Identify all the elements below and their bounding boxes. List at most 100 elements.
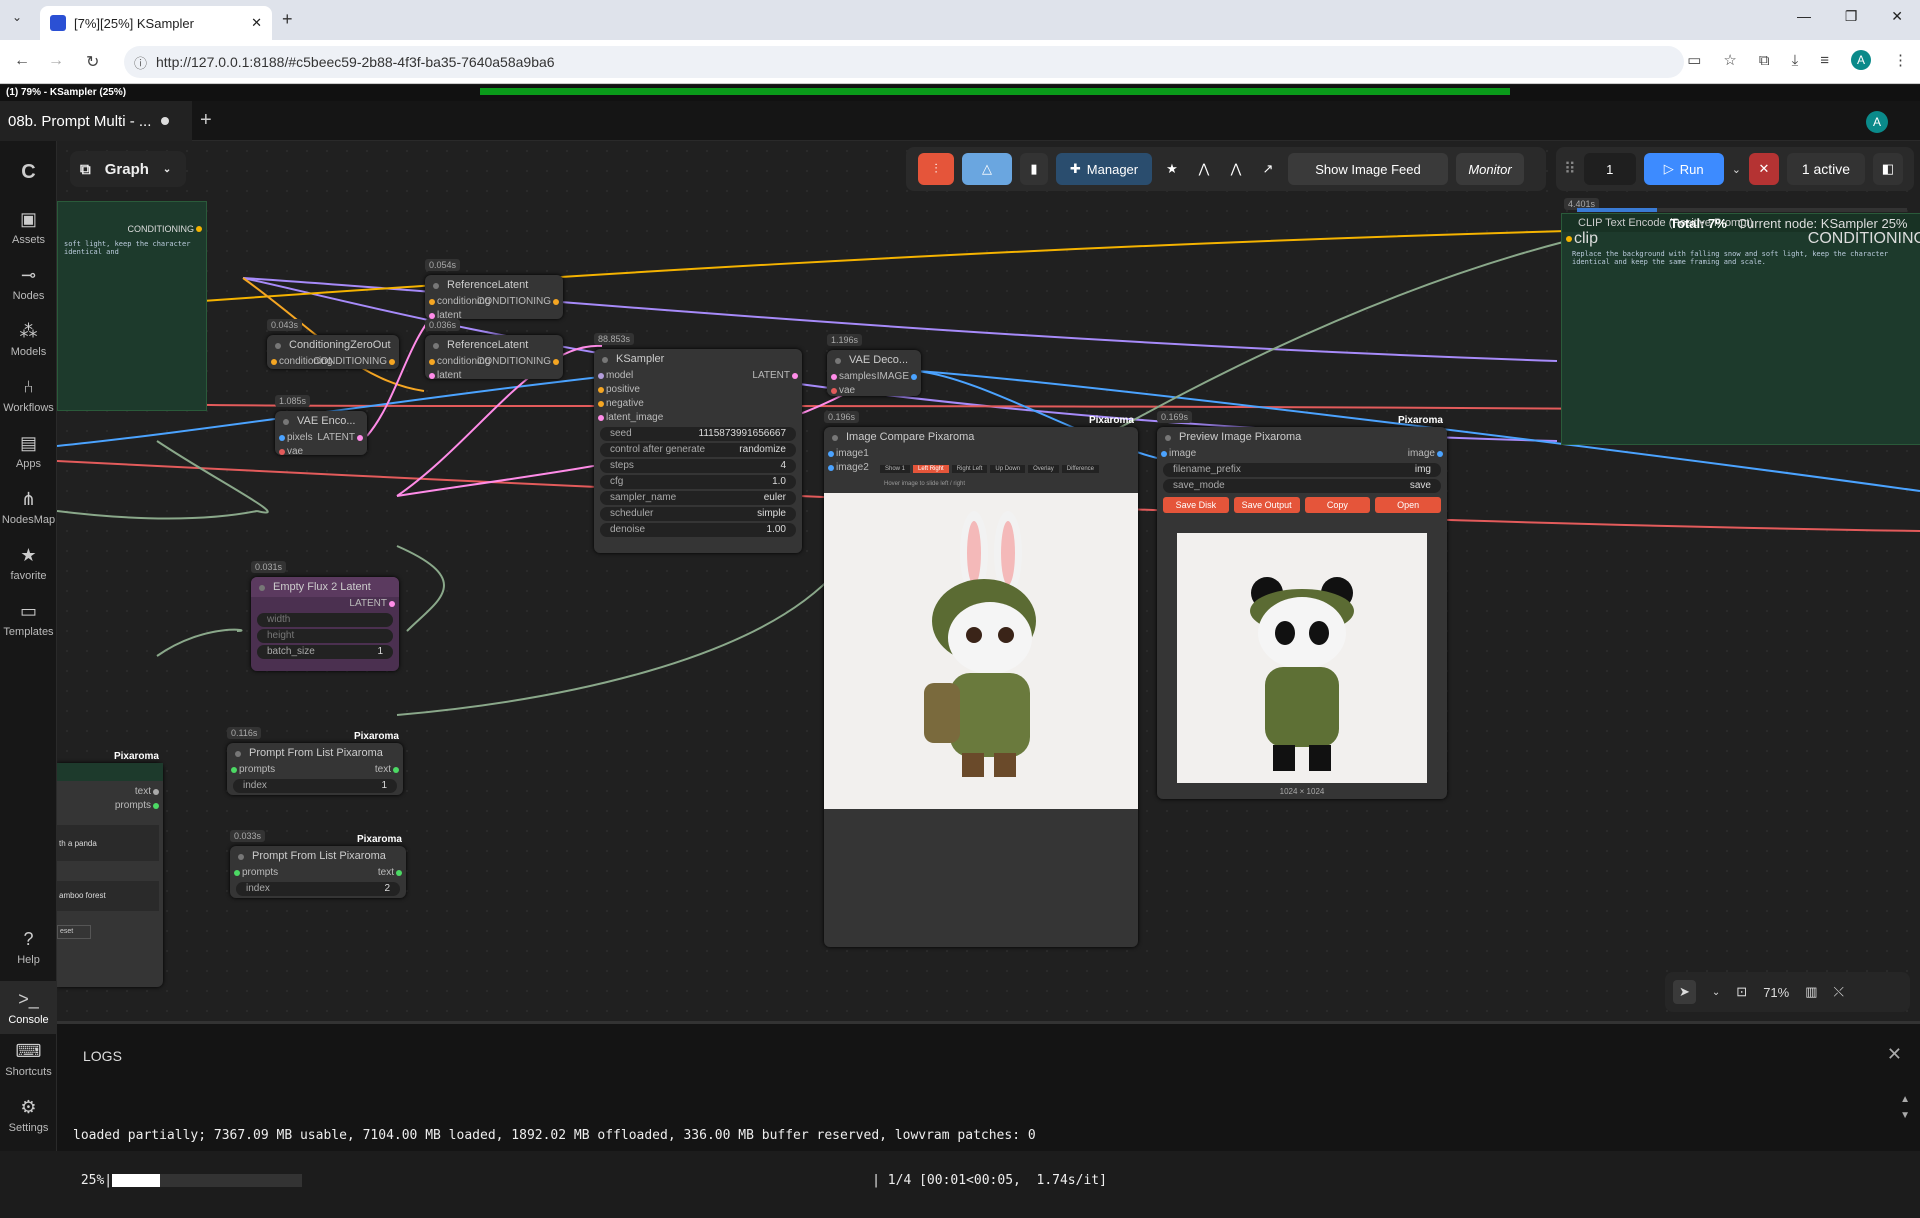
map-icon[interactable]: ▥ — [1805, 984, 1817, 1000]
save-disk-button[interactable]: Save Disk — [1163, 497, 1229, 513]
share-icon[interactable]: ↗ — [1256, 153, 1280, 185]
add-workflow-button[interactable]: + — [200, 109, 212, 132]
sidebar-item-console[interactable]: >_ Console — [0, 981, 57, 1034]
media-icon[interactable]: ≡ — [1820, 52, 1829, 69]
profile-avatar[interactable]: A — [1851, 50, 1871, 70]
manager-button[interactable]: ✚ Manager — [1056, 153, 1152, 185]
sidebar-item-assets[interactable]: ▣ Assets — [0, 209, 57, 246]
index-widget[interactable]: index 1 — [233, 779, 397, 793]
sidebar-item-favorite[interactable]: ★ favorite — [0, 545, 57, 582]
cfg-widget[interactable]: cfg 1.0 — [600, 475, 796, 489]
close-window-icon[interactable]: ✕ — [1891, 8, 1903, 25]
batch-size-widget[interactable]: batch_size 1 — [257, 645, 393, 659]
tab-search-icon[interactable]: ⌄ — [12, 10, 22, 24]
conditioning-zero-out-node[interactable]: 0.043s ConditioningZeroOut conditioning C… — [267, 319, 399, 369]
index-widget[interactable]: index 2 — [236, 882, 400, 896]
browser-tab[interactable]: [7%][25%] KSampler ✕ — [40, 6, 272, 40]
prompt-from-list-node-1[interactable]: 0.116s Pixaroma Prompt From List Pixarom… — [227, 727, 403, 795]
forward-icon[interactable]: → — [48, 52, 64, 70]
save-mode-widget[interactable]: save_mode save — [1163, 479, 1441, 493]
back-icon[interactable]: ← — [14, 52, 30, 70]
sampler-name-widget[interactable]: sampler_name euler — [600, 491, 796, 505]
scroll-down-icon[interactable]: ▼ — [1900, 1110, 1910, 1121]
restore-icon[interactable]: ❐ — [1845, 8, 1858, 25]
open-button[interactable]: Open — [1375, 497, 1441, 513]
site-info-icon[interactable]: ⓘ — [134, 53, 147, 72]
ksampler-node[interactable]: 88.853s KSampler model LATENT positive ne… — [594, 333, 802, 553]
mode-right-left[interactable]: Right Left — [951, 465, 988, 473]
monitor-button[interactable]: Monitor — [1456, 153, 1524, 185]
extensions-icon[interactable]: ⧉ — [1759, 52, 1770, 69]
fit-view-icon[interactable]: ⊡ — [1736, 984, 1747, 1000]
prompt-textarea-1[interactable]: th a panda — [57, 825, 159, 861]
clip-text-encode-node[interactable]: 4.401s CLIP Text Encode (Positive Prompt… — [1561, 198, 1920, 445]
graph-canvas[interactable]: CONDITIONING soft light, keep the charac… — [57, 141, 1920, 1021]
pointer-icon[interactable]: ➤ — [1673, 980, 1696, 1004]
graph-mode-button[interactable]: ⧉ Graph ⌄ — [70, 151, 186, 187]
reference-latent-node-1[interactable]: 0.054s ReferenceLatent conditioning CONDI… — [425, 259, 563, 321]
workflow-tab[interactable]: 08b. Prompt Multi - ... — [0, 101, 192, 141]
sidebar-item-nodes[interactable]: ⊸ Nodes — [0, 265, 57, 302]
mode-overlay[interactable]: Overlay — [1028, 465, 1059, 473]
mode-left-right[interactable]: Left Right — [913, 465, 949, 473]
bookmark-icon[interactable]: ▮ — [1020, 153, 1048, 185]
sidebar-item-settings[interactable]: ⚙ Settings — [0, 1097, 57, 1134]
filename-prefix-widget[interactable]: filename_prefix img — [1163, 463, 1441, 477]
denoise-widget[interactable]: denoise 1.00 — [600, 523, 796, 537]
sidebar-item-workflows[interactable]: ⑃ Workflows — [0, 377, 57, 414]
chevron-down-icon[interactable]: ⌄ — [1712, 987, 1720, 998]
comfy-logo[interactable]: C — [0, 161, 57, 188]
panel-toggle-icon[interactable]: ◧ — [1872, 153, 1903, 185]
prompt-multi-node[interactable]: Pixaroma text prompts th a panda amboo f… — [57, 751, 163, 987]
preview-image-panda[interactable] — [1177, 533, 1427, 783]
run-button[interactable]: ▷ Run — [1643, 153, 1724, 185]
sidebar-item-apps[interactable]: ▤ Apps — [0, 433, 57, 470]
mode-difference[interactable]: Difference — [1061, 465, 1099, 473]
reload-icon[interactable]: ↻ — [86, 52, 99, 72]
steps-widget[interactable]: steps 4 — [600, 459, 796, 473]
height-widget[interactable]: height — [257, 629, 393, 643]
tool-a-icon[interactable]: ⋀ — [1192, 153, 1216, 185]
sidebar-item-help[interactable]: ? Help — [0, 929, 57, 966]
seed-widget[interactable]: seed 1115873991656667 — [600, 427, 796, 441]
save-output-button[interactable]: Save Output — [1233, 497, 1300, 513]
close-tab-icon[interactable]: ✕ — [251, 15, 262, 31]
control-after-generate-widget[interactable]: control after generate randomize — [600, 443, 796, 457]
conditioning-source-node[interactable]: CONDITIONING soft light, keep the charac… — [57, 201, 207, 411]
install-icon[interactable]: ▭ — [1687, 51, 1701, 69]
compare-image-bunny[interactable] — [824, 493, 1138, 809]
drag-handle-icon[interactable]: ⠿ — [1564, 159, 1576, 179]
active-queue-button[interactable]: 1 active — [1786, 153, 1865, 185]
copy-button[interactable]: Copy — [1304, 497, 1371, 513]
download-icon[interactable]: ⤓ — [1792, 52, 1799, 69]
menu-icon[interactable]: ⋮ — [1893, 51, 1908, 69]
reference-latent-node-2[interactable]: 0.036s ReferenceLatent conditioning CONDI… — [425, 319, 563, 381]
prompt-textarea-2[interactable]: amboo forest — [57, 881, 159, 911]
preview-image-node[interactable]: 0.169s Pixaroma Preview Image Pixaroma i… — [1157, 411, 1447, 799]
sidebar-item-nodesmap[interactable]: ⋔ NodesMap — [0, 489, 57, 526]
width-widget[interactable]: width — [257, 613, 393, 627]
pixaroma-logo-icon[interactable]: △ — [962, 153, 1012, 185]
sidebar-item-models[interactable]: ⁂ Models — [0, 321, 57, 358]
audio-icon[interactable]: ⫶ — [918, 153, 954, 185]
scheduler-widget[interactable]: scheduler simple — [600, 507, 796, 521]
sidebar-item-templates[interactable]: ▭ Templates — [0, 601, 57, 638]
url-input[interactable]: ⓘ http://127.0.0.1:8188/#c5beec59-2b88-4… — [124, 46, 1684, 78]
run-options-chevron[interactable]: ⌄ — [1732, 163, 1741, 176]
hide-links-icon[interactable]: ⤬ — [1834, 984, 1844, 1000]
user-avatar[interactable]: A — [1866, 111, 1888, 133]
mode-show1[interactable]: Show 1 — [880, 465, 911, 473]
new-tab-button[interactable]: + — [282, 9, 293, 30]
close-icon[interactable]: ✕ — [1887, 1044, 1902, 1065]
bookmark-star-icon[interactable]: ☆ — [1723, 51, 1736, 69]
vae-encode-node[interactable]: 1.085s VAE Enco... pixels LATENT vae — [275, 395, 367, 457]
scroll-up-icon[interactable]: ▲ — [1900, 1094, 1910, 1105]
sidebar-item-shortcuts[interactable]: ⌨ Shortcuts — [0, 1041, 57, 1078]
reset-button[interactable]: eset — [57, 925, 91, 939]
queue-count-input[interactable]: 1 — [1583, 153, 1636, 185]
empty-flux2-latent-node[interactable]: 0.031s Empty Flux 2 Latent LATENT width … — [251, 561, 399, 671]
tool-b-icon[interactable]: ⋀ — [1224, 153, 1248, 185]
cancel-run-button[interactable]: ✕ — [1748, 153, 1779, 185]
mode-up-down[interactable]: Up Down — [990, 465, 1026, 473]
vae-decode-node[interactable]: 1.196s VAE Deco... samples IMAGE vae — [827, 334, 921, 396]
